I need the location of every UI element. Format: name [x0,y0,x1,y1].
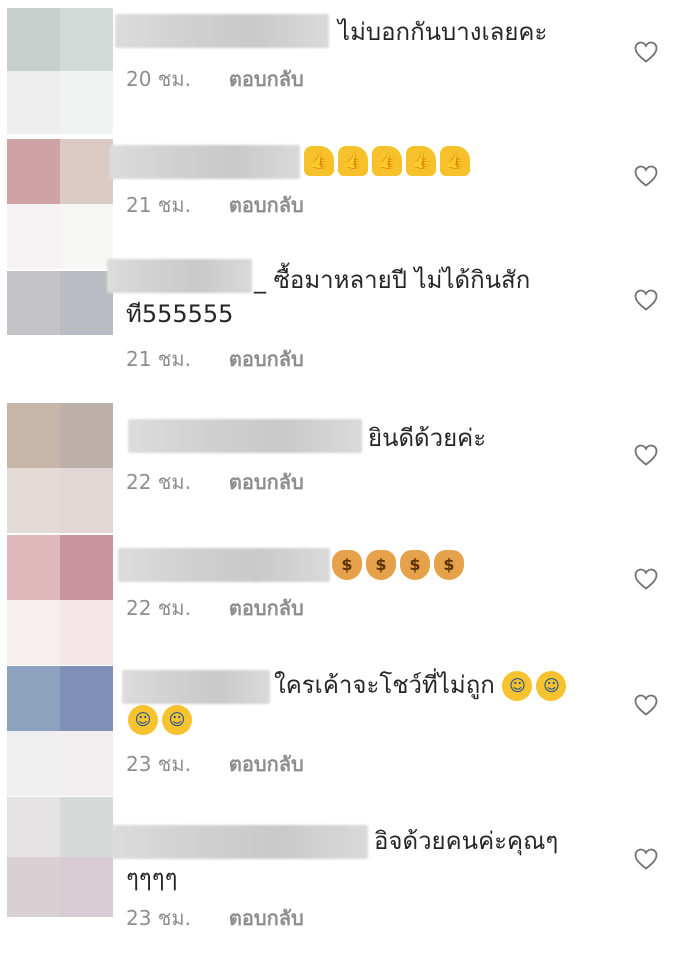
comment-meta: 22 ชม. ตอบกลับ [126,592,304,624]
comment-list: ไม่บอกกันบางเลยคะ 20 ชม. ตอบกลับ 👍 👍 👍 👍… [0,0,700,968]
comment-time: 21 ชม. [126,347,191,371]
thumbs-up-icon: 👍 [304,146,334,176]
username-redacted[interactable] [112,825,368,859]
comment-text-line2: ☺ ☺ [128,704,192,735]
comment-time: 20 ชม. [126,67,191,91]
avatar[interactable] [7,139,113,269]
comment-text: ยินดีด้วยค่ะ [368,424,487,452]
comment-time: 22 ชม. [126,470,191,494]
reply-button[interactable]: ตอบกลับ [229,748,304,780]
heart-icon[interactable] [634,568,658,590]
thumbs-up-icon: 👍 [440,146,470,176]
comment-meta: 21 ชม. ตอบกลับ [126,343,304,375]
comment-text: 👍 👍 👍 👍 👍 [304,145,470,176]
rolling-laugh-icon: ☺ [536,671,567,701]
money-bag-icon: $ [434,550,464,580]
comment-text-line1: อิจด้วยคนค่ะคุณๆ [374,827,559,855]
heart-icon[interactable] [634,694,658,716]
heart-icon[interactable] [634,848,658,870]
avatar[interactable] [7,535,113,665]
avatar[interactable] [7,8,113,134]
heart-icon[interactable] [634,444,658,466]
comment-text-line2: ๆๆๆๆ [126,864,178,892]
username-redacted[interactable] [110,145,300,179]
username-redacted[interactable] [122,670,270,704]
reply-button[interactable]: ตอบกลับ [229,63,304,95]
username-redacted[interactable] [107,259,252,293]
comment-meta: 20 ชม. ตอบกลับ [126,63,304,95]
comment-item: $ $ $ $ 22 ชม. ตอบกลับ [0,535,700,665]
emoji-row: ☺ ☺ [502,671,567,701]
heart-icon[interactable] [634,41,658,63]
comment-item: ยินดีด้วยค่ะ 22 ชม. ตอบกลับ [0,403,700,533]
rolling-laugh-icon: ☺ [162,705,192,735]
reply-button[interactable]: ตอบกลับ [229,343,304,375]
comment-text: $ $ $ $ [332,549,464,580]
comment-time: 23 ชม. [126,752,191,776]
comment-item: อิจด้วยคนค่ะคุณๆ ๆๆๆๆ 23 ชม. ตอบกลับ [0,797,700,947]
comment-item: _ ซื้อมาหลายปี ไม่ได้กินสัก ที555555 21 … [0,259,700,399]
comment-time: 21 ชม. [126,193,191,217]
reply-button[interactable]: ตอบกลับ [229,592,304,624]
username-redacted[interactable] [118,548,330,582]
comment-meta: 21 ชม. ตอบกลับ [126,189,304,221]
comment-item: ใครเค้าจะโชว์ที่ไม่ถูก ☺ ☺ ☺ ☺ 23 ชม. ตอ… [0,666,700,796]
money-bag-icon: $ [366,550,396,580]
emoji-row: 👍 👍 👍 👍 👍 [304,146,470,176]
thumbs-up-icon: 👍 [338,146,368,176]
username-redacted[interactable] [128,419,362,453]
avatar[interactable] [7,797,113,917]
avatar[interactable] [7,271,113,399]
emoji-row: ☺ ☺ [128,705,192,735]
money-bag-icon: $ [332,550,362,580]
heart-icon[interactable] [634,289,658,311]
reply-button[interactable]: ตอบกลับ [229,902,304,934]
money-bag-icon: $ [400,550,430,580]
comment-text: ใครเค้าจะโชว์ที่ไม่ถูก [274,671,495,699]
comment-meta: 22 ชม. ตอบกลับ [126,466,304,498]
comment-time: 22 ชม. [126,596,191,620]
comment-text-line1: _ ซื้อมาหลายปี ไม่ได้กินสัก [254,266,531,294]
comment-meta: 23 ชม. ตอบกลับ [126,902,304,934]
avatar[interactable] [7,403,113,533]
username-redacted[interactable] [115,14,329,48]
reply-button[interactable]: ตอบกลับ [229,466,304,498]
comment-text-line2: ที555555 [126,300,234,328]
comment-text: ไม่บอกกันบางเลยคะ [338,18,548,46]
comment-time: 23 ชม. [126,906,191,930]
emoji-row: $ $ $ $ [332,550,464,580]
thumbs-up-icon: 👍 [406,146,436,176]
rolling-laugh-icon: ☺ [502,671,533,701]
comment-item: ไม่บอกกันบางเลยคะ 20 ชม. ตอบกลับ [0,0,700,135]
comment-item: 👍 👍 👍 👍 👍 21 ชม. ตอบกลับ [0,139,700,269]
comment-text-line1: ใครเค้าจะโชว์ที่ไม่ถูก ☺ ☺ [274,670,567,701]
heart-icon[interactable] [634,165,658,187]
reply-button[interactable]: ตอบกลับ [229,189,304,221]
comment-meta: 23 ชม. ตอบกลับ [126,748,304,780]
avatar[interactable] [7,666,113,796]
thumbs-up-icon: 👍 [372,146,402,176]
rolling-laugh-icon: ☺ [128,705,158,735]
